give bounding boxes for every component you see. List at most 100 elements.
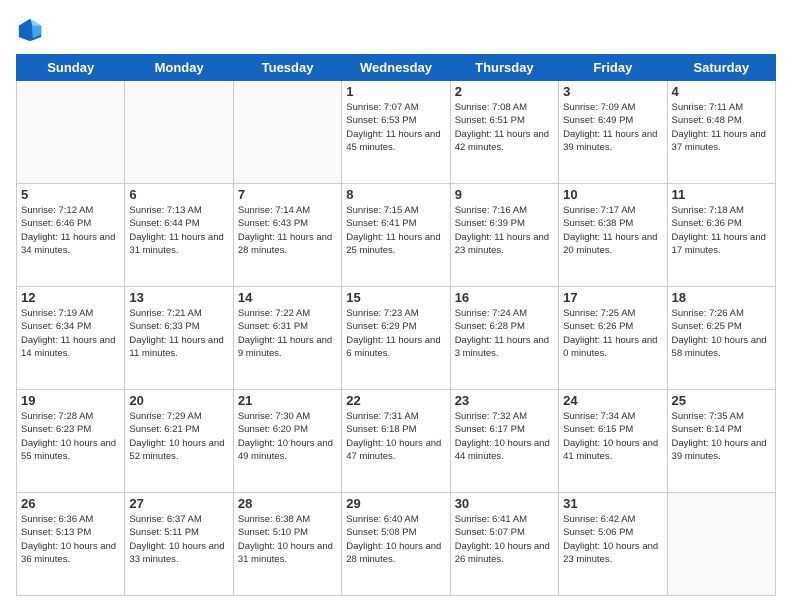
- day-number: 18: [672, 290, 771, 305]
- calendar-cell: 16 Sunrise: 7:24 AM Sunset: 6:28 PM Dayli…: [450, 287, 558, 390]
- day-info: Sunrise: 7:26 AM Sunset: 6:25 PM Dayligh…: [672, 307, 771, 360]
- day-number: 10: [563, 187, 662, 202]
- day-info: Sunrise: 7:07 AM Sunset: 6:53 PM Dayligh…: [346, 101, 445, 154]
- day-number: 6: [129, 187, 228, 202]
- day-info: Sunrise: 7:17 AM Sunset: 6:38 PM Dayligh…: [563, 204, 662, 257]
- calendar-cell: 2 Sunrise: 7:08 AM Sunset: 6:51 PM Daylig…: [450, 81, 558, 184]
- logo-icon: [16, 16, 44, 44]
- day-number: 30: [455, 496, 554, 511]
- day-number: 21: [238, 393, 337, 408]
- calendar-cell: 3Sunrise: 7:09 AM Sunset: 6:49 PM Daylig…: [559, 81, 667, 184]
- calendar-cell: 9 Sunrise: 7:16 AM Sunset: 6:39 PM Daylig…: [450, 184, 558, 287]
- calendar-cell: 18 Sunrise: 7:26 AM Sunset: 6:25 PM Dayli…: [667, 287, 775, 390]
- calendar-cell: 26 Sunrise: 6:36 AM Sunset: 5:13 PM Dayli…: [17, 493, 125, 596]
- day-number: 23: [455, 393, 554, 408]
- day-number: 15: [346, 290, 445, 305]
- calendar-cell: 14 Sunrise: 7:22 AM Sunset: 6:31 PM Dayli…: [233, 287, 341, 390]
- calendar-cell: 1 Sunrise: 7:07 AM Sunset: 6:53 PM Daylig…: [342, 81, 450, 184]
- weekday-header-row: SundayMondayTuesdayWednesdayThursdayFrid…: [17, 55, 776, 81]
- weekday-header-saturday: Saturday: [667, 55, 775, 81]
- weekday-header-monday: Monday: [125, 55, 233, 81]
- day-info: Sunrise: 7:25 AM Sunset: 6:26 PM Dayligh…: [563, 307, 662, 360]
- day-number: 11: [672, 187, 771, 202]
- day-info: Sunrise: 6:41 AM Sunset: 5:07 PM Dayligh…: [455, 513, 554, 566]
- calendar-cell: [17, 81, 125, 184]
- day-number: 9: [455, 187, 554, 202]
- day-info: Sunrise: 7:12 AM Sunset: 6:46 PM Dayligh…: [21, 204, 120, 257]
- day-info: Sunrise: 6:38 AM Sunset: 5:10 PM Dayligh…: [238, 513, 337, 566]
- calendar-cell: 25 Sunrise: 7:35 AM Sunset: 6:14 PM Dayli…: [667, 390, 775, 493]
- day-info: Sunrise: 7:19 AM Sunset: 6:34 PM Dayligh…: [21, 307, 120, 360]
- calendar-cell: 30 Sunrise: 6:41 AM Sunset: 5:07 PM Dayli…: [450, 493, 558, 596]
- calendar-cell: 15Sunrise: 7:23 AM Sunset: 6:29 PM Dayli…: [342, 287, 450, 390]
- calendar-cell: 19Sunrise: 7:28 AM Sunset: 6:23 PM Dayli…: [17, 390, 125, 493]
- week-row-3: 19Sunrise: 7:28 AM Sunset: 6:23 PM Dayli…: [17, 390, 776, 493]
- weekday-header-tuesday: Tuesday: [233, 55, 341, 81]
- day-number: 26: [21, 496, 120, 511]
- day-number: 16: [455, 290, 554, 305]
- calendar-cell: 27 Sunrise: 6:37 AM Sunset: 5:11 PM Dayli…: [125, 493, 233, 596]
- calendar-cell: 6 Sunrise: 7:13 AM Sunset: 6:44 PM Daylig…: [125, 184, 233, 287]
- week-row-1: 5 Sunrise: 7:12 AM Sunset: 6:46 PM Daylig…: [17, 184, 776, 287]
- day-info: Sunrise: 7:32 AM Sunset: 6:17 PM Dayligh…: [455, 410, 554, 463]
- day-info: Sunrise: 7:14 AM Sunset: 6:43 PM Dayligh…: [238, 204, 337, 257]
- day-info: Sunrise: 6:40 AM Sunset: 5:08 PM Dayligh…: [346, 513, 445, 566]
- calendar-cell: 24 Sunrise: 7:34 AM Sunset: 6:15 PM Dayli…: [559, 390, 667, 493]
- day-info: Sunrise: 7:34 AM Sunset: 6:15 PM Dayligh…: [563, 410, 662, 463]
- day-number: 28: [238, 496, 337, 511]
- day-info: Sunrise: 7:08 AM Sunset: 6:51 PM Dayligh…: [455, 101, 554, 154]
- day-info: Sunrise: 7:21 AM Sunset: 6:33 PM Dayligh…: [129, 307, 228, 360]
- calendar-cell: [125, 81, 233, 184]
- day-number: 27: [129, 496, 228, 511]
- day-info: Sunrise: 6:37 AM Sunset: 5:11 PM Dayligh…: [129, 513, 228, 566]
- calendar-cell: 21 Sunrise: 7:30 AM Sunset: 6:20 PM Dayli…: [233, 390, 341, 493]
- day-info: Sunrise: 7:16 AM Sunset: 6:39 PM Dayligh…: [455, 204, 554, 257]
- day-number: 19: [21, 393, 120, 408]
- weekday-header-sunday: Sunday: [17, 55, 125, 81]
- week-row-2: 12 Sunrise: 7:19 AM Sunset: 6:34 PM Dayli…: [17, 287, 776, 390]
- day-info: Sunrise: 7:18 AM Sunset: 6:36 PM Dayligh…: [672, 204, 771, 257]
- day-number: 12: [21, 290, 120, 305]
- calendar-cell: 23 Sunrise: 7:32 AM Sunset: 6:17 PM Dayli…: [450, 390, 558, 493]
- day-number: 1: [346, 84, 445, 99]
- calendar-cell: 20 Sunrise: 7:29 AM Sunset: 6:21 PM Dayli…: [125, 390, 233, 493]
- calendar-cell: 31 Sunrise: 6:42 AM Sunset: 5:06 PM Dayli…: [559, 493, 667, 596]
- day-info: Sunrise: 7:15 AM Sunset: 6:41 PM Dayligh…: [346, 204, 445, 257]
- day-number: 13: [129, 290, 228, 305]
- day-info: Sunrise: 7:22 AM Sunset: 6:31 PM Dayligh…: [238, 307, 337, 360]
- day-info: Sunrise: 7:35 AM Sunset: 6:14 PM Dayligh…: [672, 410, 771, 463]
- day-number: 22: [346, 393, 445, 408]
- day-number: 5: [21, 187, 120, 202]
- calendar-cell: 4Sunrise: 7:11 AM Sunset: 6:48 PM Daylig…: [667, 81, 775, 184]
- calendar-cell: 10 Sunrise: 7:17 AM Sunset: 6:38 PM Dayli…: [559, 184, 667, 287]
- calendar-table: SundayMondayTuesdayWednesdayThursdayFrid…: [16, 54, 776, 596]
- weekday-header-friday: Friday: [559, 55, 667, 81]
- day-number: 25: [672, 393, 771, 408]
- day-info: Sunrise: 6:36 AM Sunset: 5:13 PM Dayligh…: [21, 513, 120, 566]
- day-info: Sunrise: 7:30 AM Sunset: 6:20 PM Dayligh…: [238, 410, 337, 463]
- weekday-header-thursday: Thursday: [450, 55, 558, 81]
- calendar-cell: [233, 81, 341, 184]
- calendar-cell: 12 Sunrise: 7:19 AM Sunset: 6:34 PM Dayli…: [17, 287, 125, 390]
- day-number: 14: [238, 290, 337, 305]
- calendar-cell: 7Sunrise: 7:14 AM Sunset: 6:43 PM Daylig…: [233, 184, 341, 287]
- day-info: Sunrise: 7:24 AM Sunset: 6:28 PM Dayligh…: [455, 307, 554, 360]
- calendar-cell: 5 Sunrise: 7:12 AM Sunset: 6:46 PM Daylig…: [17, 184, 125, 287]
- day-number: 20: [129, 393, 228, 408]
- header: [16, 16, 776, 44]
- day-number: 31: [563, 496, 662, 511]
- calendar-cell: 11 Sunrise: 7:18 AM Sunset: 6:36 PM Dayli…: [667, 184, 775, 287]
- calendar-cell: 13 Sunrise: 7:21 AM Sunset: 6:33 PM Dayli…: [125, 287, 233, 390]
- day-number: 8: [346, 187, 445, 202]
- day-info: Sunrise: 7:13 AM Sunset: 6:44 PM Dayligh…: [129, 204, 228, 257]
- day-info: Sunrise: 6:42 AM Sunset: 5:06 PM Dayligh…: [563, 513, 662, 566]
- day-number: 2: [455, 84, 554, 99]
- day-number: 29: [346, 496, 445, 511]
- week-row-0: 1 Sunrise: 7:07 AM Sunset: 6:53 PM Daylig…: [17, 81, 776, 184]
- day-number: 24: [563, 393, 662, 408]
- calendar-cell: 22 Sunrise: 7:31 AM Sunset: 6:18 PM Dayli…: [342, 390, 450, 493]
- day-info: Sunrise: 7:11 AM Sunset: 6:48 PM Dayligh…: [672, 101, 771, 154]
- day-number: 3: [563, 84, 662, 99]
- day-info: Sunrise: 7:29 AM Sunset: 6:21 PM Dayligh…: [129, 410, 228, 463]
- day-info: Sunrise: 7:31 AM Sunset: 6:18 PM Dayligh…: [346, 410, 445, 463]
